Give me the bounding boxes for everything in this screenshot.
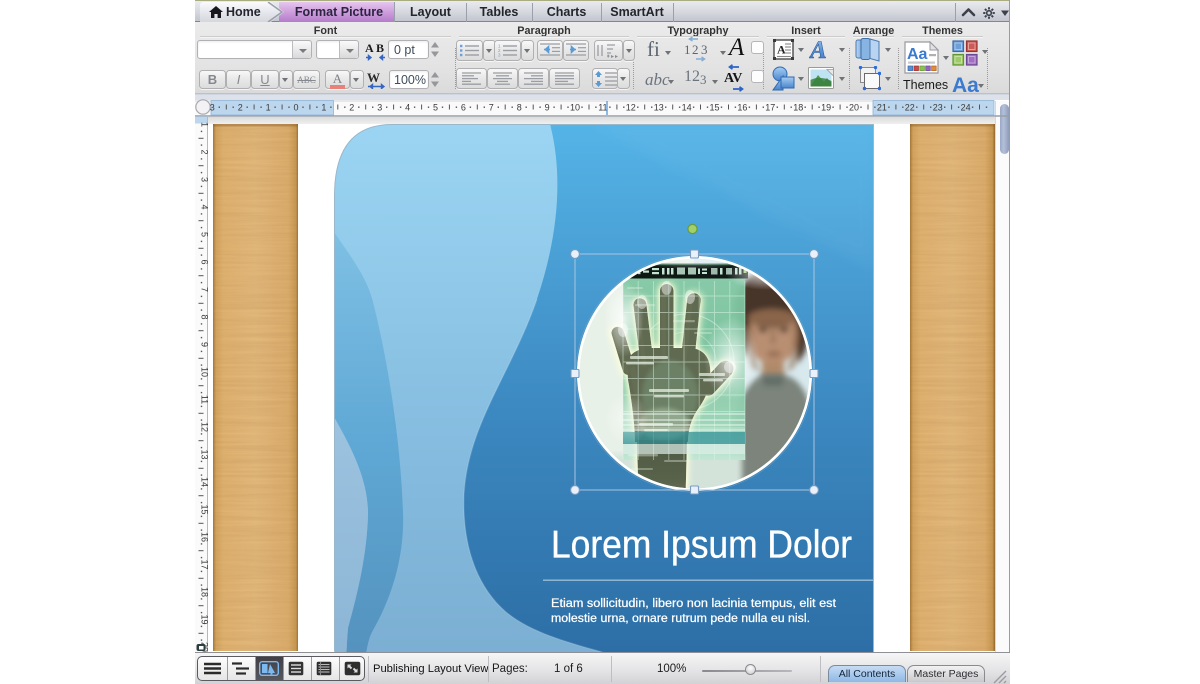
svg-text:15: 15 xyxy=(709,103,719,113)
svg-text:13: 13 xyxy=(654,103,664,113)
svg-text:7: 7 xyxy=(489,103,494,113)
svg-text:17: 17 xyxy=(765,103,775,113)
svg-text:4: 4 xyxy=(405,103,410,113)
svg-text:20: 20 xyxy=(849,103,859,113)
svg-text:1: 1 xyxy=(266,103,271,113)
svg-text:10: 10 xyxy=(570,103,580,113)
svg-text:2: 2 xyxy=(238,103,243,113)
svg-text:3: 3 xyxy=(210,103,215,113)
svg-text:2: 2 xyxy=(200,149,210,154)
svg-text:0: 0 xyxy=(293,103,298,113)
svg-text:17: 17 xyxy=(200,559,210,569)
svg-text:3: 3 xyxy=(377,103,382,113)
svg-text:12: 12 xyxy=(200,422,210,432)
svg-text:19: 19 xyxy=(821,103,831,113)
svg-text:1: 1 xyxy=(321,103,326,113)
svg-text:9: 9 xyxy=(200,342,210,347)
svg-text:11: 11 xyxy=(598,103,607,113)
svg-text:1: 1 xyxy=(200,122,210,127)
svg-text:11: 11 xyxy=(200,395,210,404)
svg-text:7: 7 xyxy=(200,287,210,292)
svg-text:18: 18 xyxy=(793,103,803,113)
svg-text:5: 5 xyxy=(433,103,438,113)
svg-text:18: 18 xyxy=(200,587,210,597)
svg-text:8: 8 xyxy=(517,103,522,113)
svg-text:12: 12 xyxy=(626,103,636,113)
svg-text:14: 14 xyxy=(682,103,692,113)
svg-text:10: 10 xyxy=(200,367,210,377)
svg-text:6: 6 xyxy=(200,259,210,264)
svg-text:14: 14 xyxy=(200,477,210,487)
svg-text:4: 4 xyxy=(200,204,210,209)
svg-text:15: 15 xyxy=(200,504,210,514)
svg-text:13: 13 xyxy=(200,449,210,459)
svg-text:8: 8 xyxy=(200,314,210,319)
svg-text:21: 21 xyxy=(877,103,887,113)
svg-text:2: 2 xyxy=(349,103,354,113)
svg-text:22: 22 xyxy=(905,103,915,113)
svg-text:9: 9 xyxy=(545,103,550,113)
svg-text:16: 16 xyxy=(737,103,747,113)
svg-text:23: 23 xyxy=(933,103,943,113)
svg-text:6: 6 xyxy=(461,103,466,113)
svg-text:16: 16 xyxy=(200,532,210,542)
svg-text:5: 5 xyxy=(200,232,210,237)
svg-text:3: 3 xyxy=(200,177,210,182)
svg-text:24: 24 xyxy=(961,103,971,113)
svg-text:19: 19 xyxy=(200,614,210,624)
